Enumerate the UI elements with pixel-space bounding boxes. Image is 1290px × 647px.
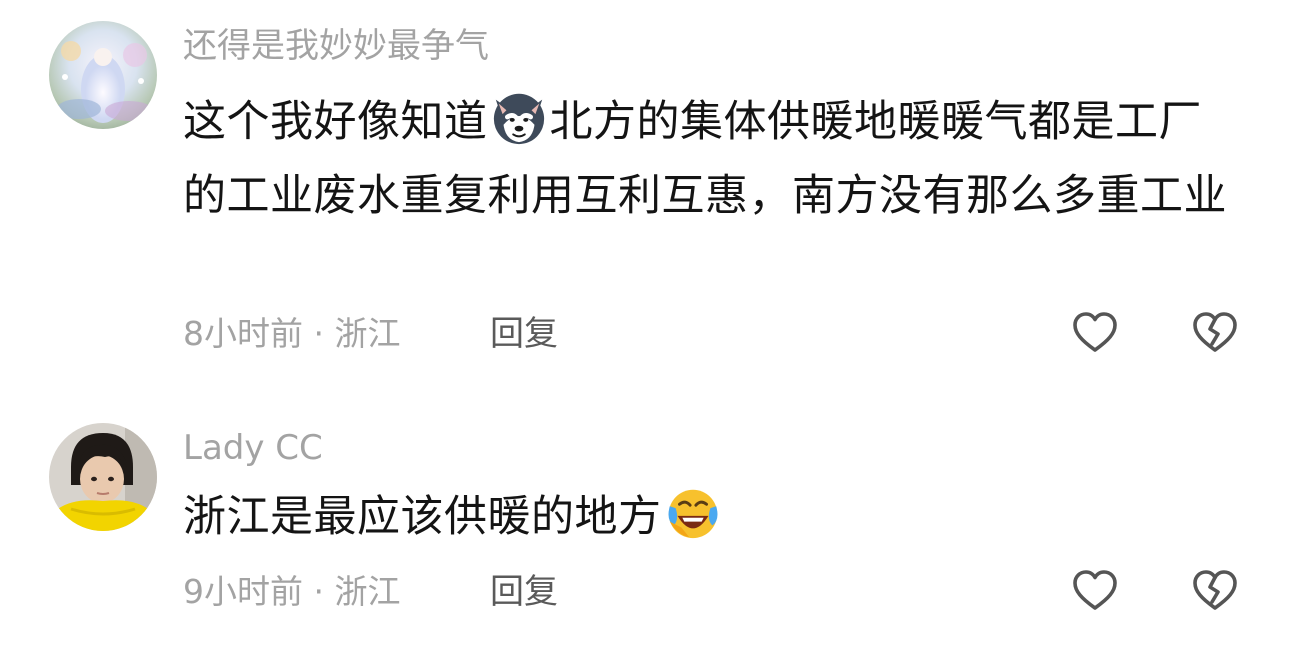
reply-button[interactable]: 回复	[490, 314, 558, 354]
laughing-crying-face-icon	[668, 489, 717, 539]
broken-heart-icon[interactable]	[1191, 567, 1239, 615]
avatar[interactable]	[49, 423, 157, 531]
comment-text-part: 这个我好像知道	[183, 97, 488, 147]
comment-username[interactable]: Lady CC	[183, 428, 323, 468]
comment-text: 这个我好像知道 北方的集体供暖地暖暖气都是工厂的工业废水重复利用互利互惠，南方没…	[183, 85, 1233, 233]
comment-text: 浙江是最应该供暖的地方	[183, 480, 1233, 554]
husky-face-icon	[493, 93, 544, 145]
broken-heart-icon[interactable]	[1191, 309, 1239, 357]
reply-button[interactable]: 回复	[490, 572, 558, 612]
time-location: 9小时前 · 浙江	[183, 572, 401, 611]
time-location: 8小时前 · 浙江	[183, 314, 401, 353]
comment-item-1: 还得是我妙妙最争气 这个我好像知道 北方的集体供暖地暖暖气都是工厂的工业废水重复…	[0, 0, 1290, 400]
comment-text-part: 浙江是最应该供暖的地方	[183, 492, 662, 542]
heart-icon[interactable]	[1071, 309, 1119, 357]
heart-icon[interactable]	[1071, 567, 1119, 615]
comment-username[interactable]: 还得是我妙妙最争气	[183, 26, 489, 66]
comment-item-2: Lady CC 浙江是最应该供暖的地方 9小时前 · 浙江 回复	[0, 400, 1290, 647]
avatar[interactable]	[49, 21, 157, 129]
